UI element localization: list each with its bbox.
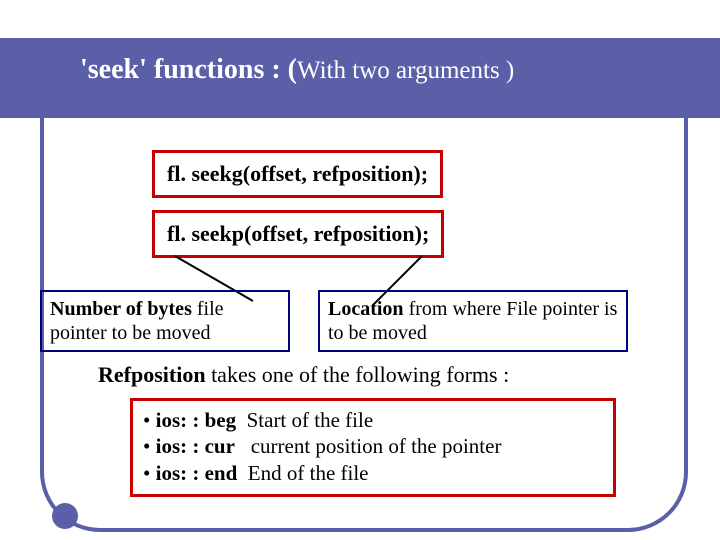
slide-title: 'seek' functions : (With two arguments ) [80, 54, 514, 86]
refposition-text: Refposition takes one of the following f… [98, 362, 509, 388]
code-text: fl. seekp(offset, refposition); [167, 221, 429, 246]
ios-key: ios: : cur [156, 434, 235, 458]
ios-desc: current position of the pointer [235, 434, 502, 458]
corner-dot-icon [52, 503, 78, 529]
ios-key: ios: : beg [156, 408, 237, 432]
code-text: fl. seekg(offset, refposition); [167, 161, 428, 186]
refpos-rest: takes one of the following forms : [206, 362, 510, 387]
callout-offset: Number of bytes file pointer to be moved [40, 290, 290, 352]
bullet-icon: • [143, 434, 156, 458]
code-box-seekp: fl. seekp(offset, refposition); [152, 210, 444, 258]
ios-row-beg: • ios: : beg Start of the file [143, 407, 603, 433]
callout-bold: Location [328, 298, 404, 320]
title-main: 'seek' functions : ( [80, 54, 297, 85]
callout-bold: Number of bytes [50, 298, 192, 320]
refpos-bold: Refposition [98, 362, 206, 387]
bullet-icon: • [143, 461, 156, 485]
callout-refposition: Location from where File pointer is to b… [318, 290, 628, 352]
code-box-seekg: fl. seekg(offset, refposition); [152, 150, 443, 198]
ios-row-end: • ios: : end End of the file [143, 460, 603, 486]
ios-row-cur: • ios: : cur current position of the poi… [143, 433, 603, 459]
ios-values-box: • ios: : beg Start of the file • ios: : … [130, 398, 616, 497]
title-sub: With two arguments ) [297, 57, 514, 84]
ios-desc: End of the file [237, 461, 368, 485]
ios-desc: Start of the file [236, 408, 373, 432]
bullet-icon: • [143, 408, 156, 432]
ios-key: ios: : end [156, 461, 238, 485]
